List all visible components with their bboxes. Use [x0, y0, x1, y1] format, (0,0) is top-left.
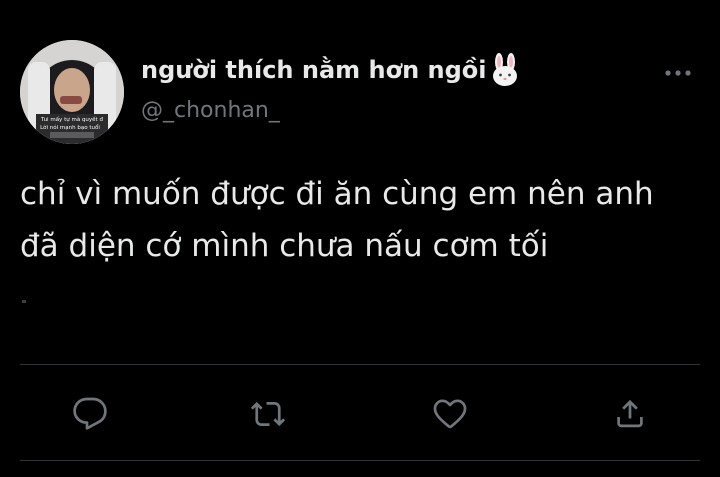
actions-divider: [20, 364, 700, 365]
display-name-row[interactable]: người thích nằm hơn ngồi: [141, 50, 520, 90]
avatar-caption-line-2: Lời nói mạnh bạo tuổi: [40, 124, 100, 131]
stray-dot: [22, 300, 26, 303]
rabbit-face-emoji-icon: [490, 53, 520, 87]
tweet-text: chỉ vì muốn được đi ăn cùng em nên anh đ…: [20, 168, 710, 272]
tweet-text-line-1: chỉ vì muốn được đi ăn cùng em nên anh: [20, 176, 654, 212]
like-button[interactable]: [430, 394, 470, 434]
display-name[interactable]: người thích nằm hơn ngồi: [141, 56, 487, 84]
user-handle[interactable]: @_chonhan_: [141, 98, 280, 123]
reply-button[interactable]: [70, 394, 110, 434]
avatar[interactable]: Tui mấy tự mà quyết đ Lời nói mạnh bạo t…: [20, 40, 124, 144]
retweet-button[interactable]: [248, 394, 288, 434]
reply-icon: [73, 397, 107, 430]
share-button[interactable]: [610, 394, 650, 434]
share-icon: [617, 399, 643, 428]
heart-icon: [433, 399, 467, 429]
tweet-text-line-2: đã diện cớ mình chưa nấu cơm tối: [20, 228, 549, 264]
tweet-card: Tui mấy tự mà quyết đ Lời nói mạnh bạo t…: [0, 0, 720, 477]
avatar-caption-line-1: Tui mấy tự mà quyết đ: [40, 116, 103, 123]
avatar-image: Tui mấy tự mà quyết đ Lời nói mạnh bạo t…: [20, 40, 124, 144]
more-dots-icon: [665, 70, 691, 76]
more-options-button[interactable]: [662, 62, 694, 84]
retweet-icon: [250, 401, 286, 427]
bottom-divider: [20, 460, 700, 461]
